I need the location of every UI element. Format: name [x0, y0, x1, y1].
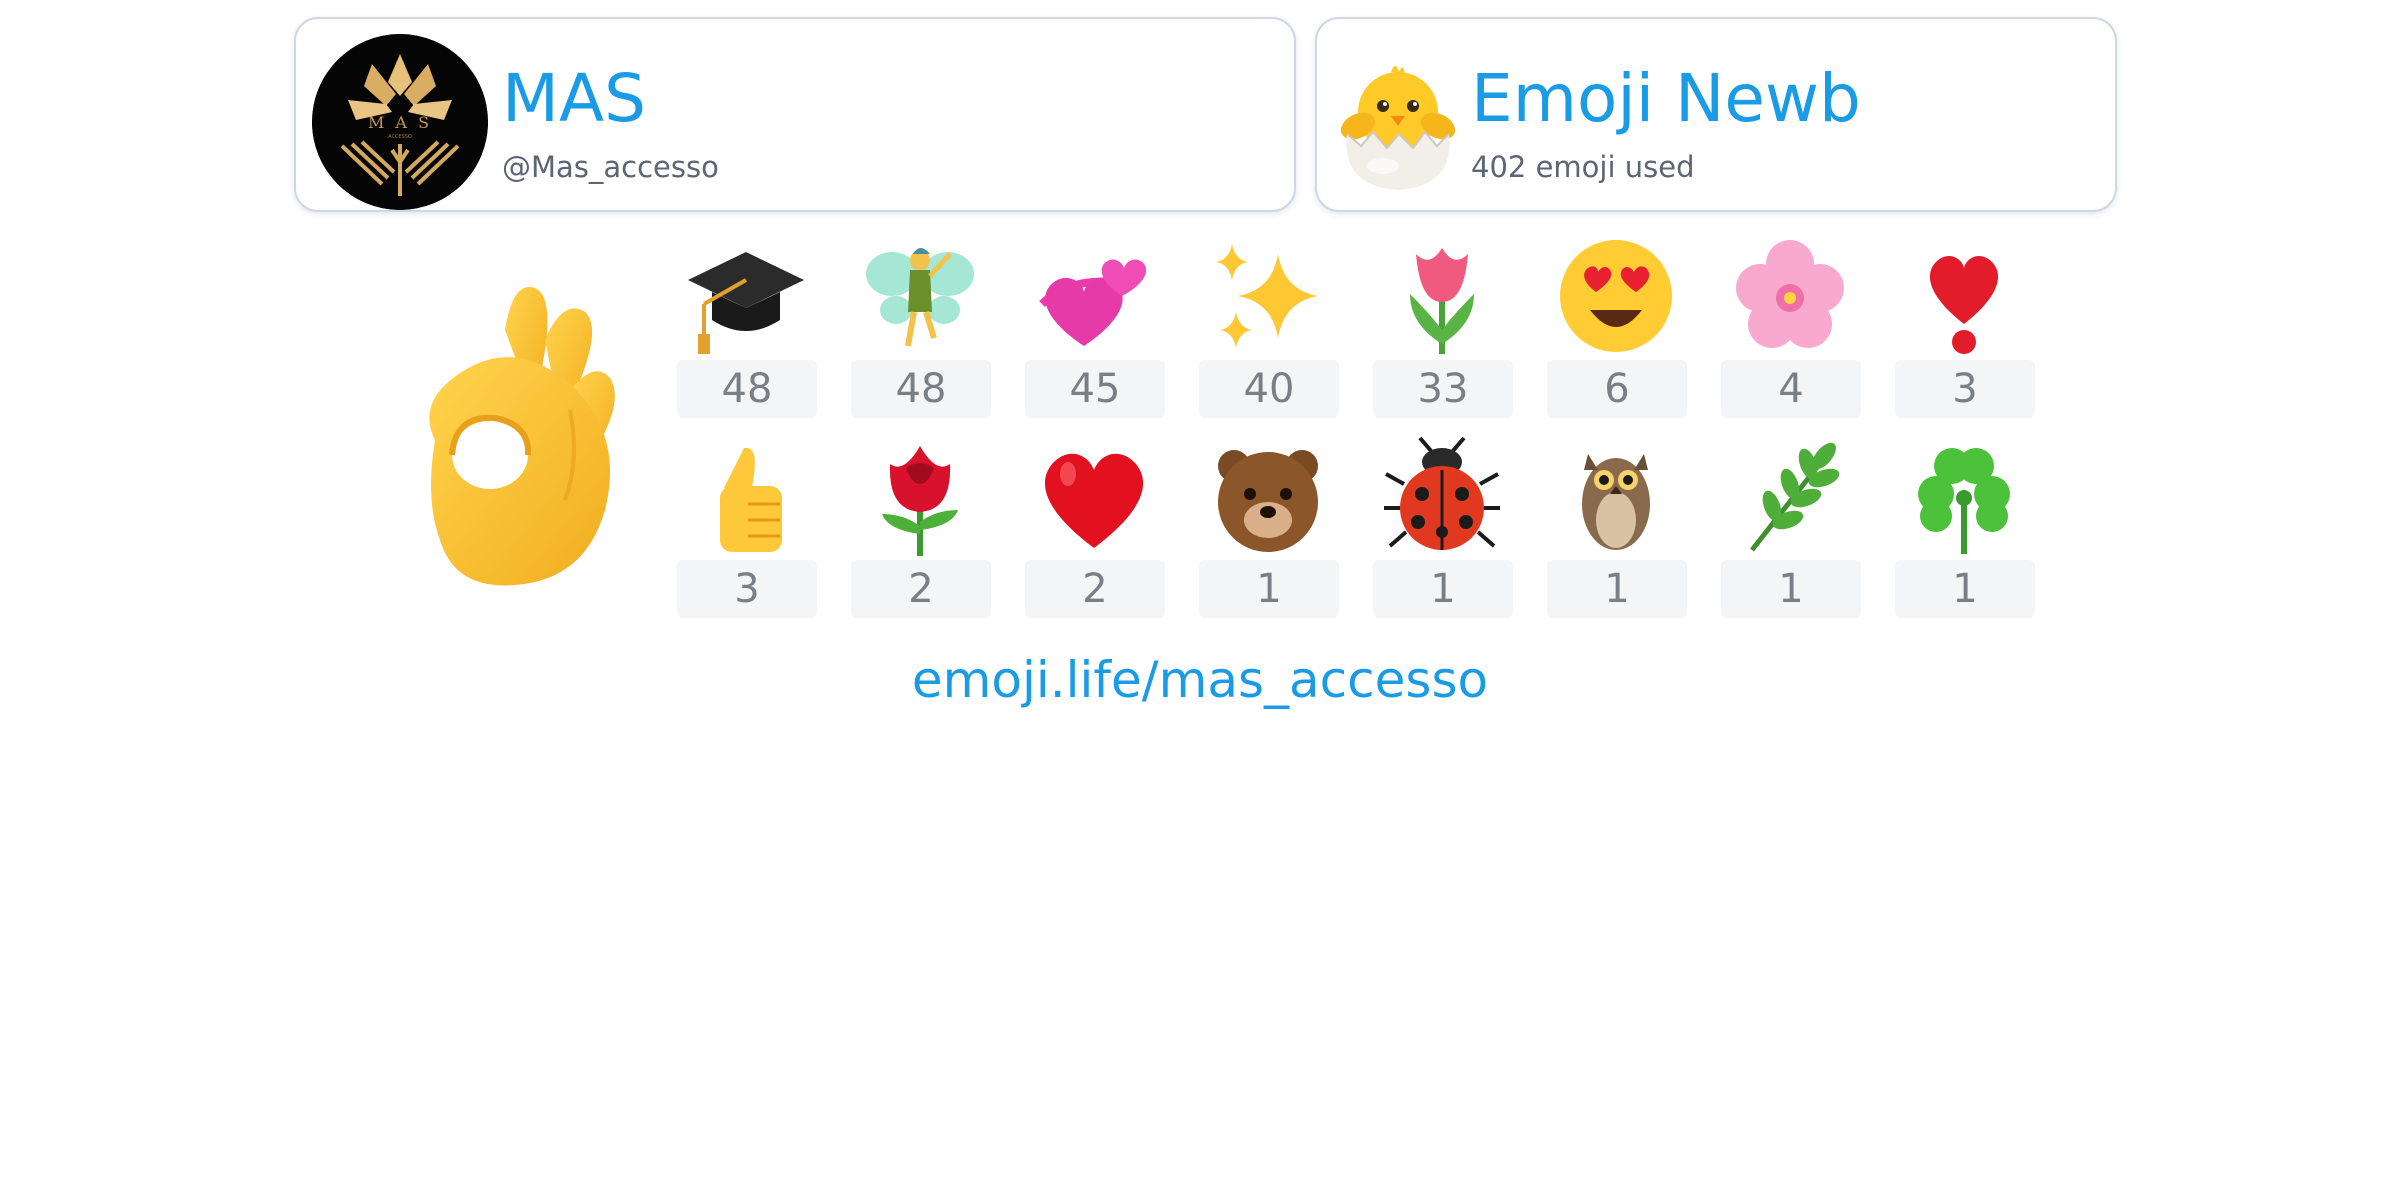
emoji-count: 2 — [1025, 560, 1165, 618]
emoji-stat[interactable]: 4 — [1719, 232, 1861, 422]
emoji-count: 2 — [851, 560, 991, 618]
red-heart-icon — [1023, 432, 1165, 560]
emoji-stat[interactable]: 48 — [849, 232, 991, 422]
emoji-stat[interactable]: 1 — [1545, 432, 1687, 622]
profile-handle[interactable]: @Mas_accesso — [502, 147, 719, 187]
thumbs-up-icon — [675, 432, 817, 560]
profile-card[interactable]: M A S ACCESSO MAS @Mas_accesso — [294, 17, 1296, 212]
emoji-count: 33 — [1373, 360, 1513, 418]
mas-logo-icon: M A S ACCESSO — [312, 34, 488, 210]
heart-exclamation-icon — [1893, 232, 2035, 360]
emoji-stat[interactable]: 1 — [1371, 432, 1513, 622]
emoji-count: 3 — [1895, 360, 2035, 418]
svg-text:ACCESSO: ACCESSO — [388, 134, 412, 140]
emoji-count: 1 — [1547, 560, 1687, 618]
sparkles-icon — [1197, 232, 1339, 360]
emoji-count: 40 — [1199, 360, 1339, 418]
heart-eyes-face-icon — [1545, 232, 1687, 360]
emoji-stat[interactable]: 45 — [1023, 232, 1165, 422]
emoji-count: 6 — [1547, 360, 1687, 418]
emoji-stat[interactable]: 3 — [1893, 232, 2035, 422]
graduation-cap-icon — [675, 232, 817, 360]
fairy-icon — [849, 232, 991, 360]
emoji-count: 48 — [677, 360, 817, 418]
rose-icon — [849, 432, 991, 560]
emoji-stat[interactable]: 3 — [675, 432, 817, 622]
shamrock-icon — [1893, 432, 2035, 560]
profile-name[interactable]: MAS — [502, 59, 646, 139]
owl-icon — [1545, 432, 1687, 560]
emoji-count: 1 — [1373, 560, 1513, 618]
emoji-stat[interactable]: 6 — [1545, 232, 1687, 422]
emoji-count: 4 — [1721, 360, 1861, 418]
rank-title: Emoji Newb — [1471, 60, 1861, 137]
emoji-count: 1 — [1721, 560, 1861, 618]
bear-face-icon — [1197, 432, 1339, 560]
emoji-count: 48 — [851, 360, 991, 418]
emoji-stat[interactable]: 1 — [1719, 432, 1861, 622]
emoji-stat[interactable]: 2 — [1023, 432, 1165, 622]
ok-hand-icon — [429, 286, 615, 586]
emoji-stat[interactable]: 40 — [1197, 232, 1339, 422]
emoji-used-count: 402 emoji used — [1471, 150, 1695, 184]
hatching-chick-icon — [1340, 66, 1456, 190]
emoji-stat[interactable]: 48 — [675, 232, 817, 422]
emoji-stat[interactable]: 2 — [849, 432, 991, 622]
revolving-hearts-icon — [1023, 232, 1165, 360]
emoji-count: 45 — [1025, 360, 1165, 418]
cherry-blossom-icon — [1719, 232, 1861, 360]
emoji-profile-page: M A S ACCESSO MAS @Mas_accesso Emoji New… — [0, 0, 2400, 1200]
emoji-stat[interactable]: 33 — [1371, 232, 1513, 422]
emoji-stat[interactable]: 1 — [1197, 432, 1339, 622]
lady-beetle-icon — [1371, 432, 1513, 560]
emoji-stat[interactable]: 1 — [1893, 432, 2035, 622]
avatar[interactable]: M A S ACCESSO — [312, 34, 488, 210]
herb-icon — [1719, 432, 1861, 560]
rank-card: Emoji Newb 402 emoji used — [1315, 17, 2117, 212]
profile-link[interactable]: emoji.life/mas_accesso — [0, 645, 2400, 715]
emoji-count: 3 — [677, 560, 817, 618]
svg-text:M A S: M A S — [368, 113, 432, 132]
emoji-count: 1 — [1895, 560, 2035, 618]
tulip-icon — [1371, 232, 1513, 360]
emoji-count: 1 — [1199, 560, 1339, 618]
